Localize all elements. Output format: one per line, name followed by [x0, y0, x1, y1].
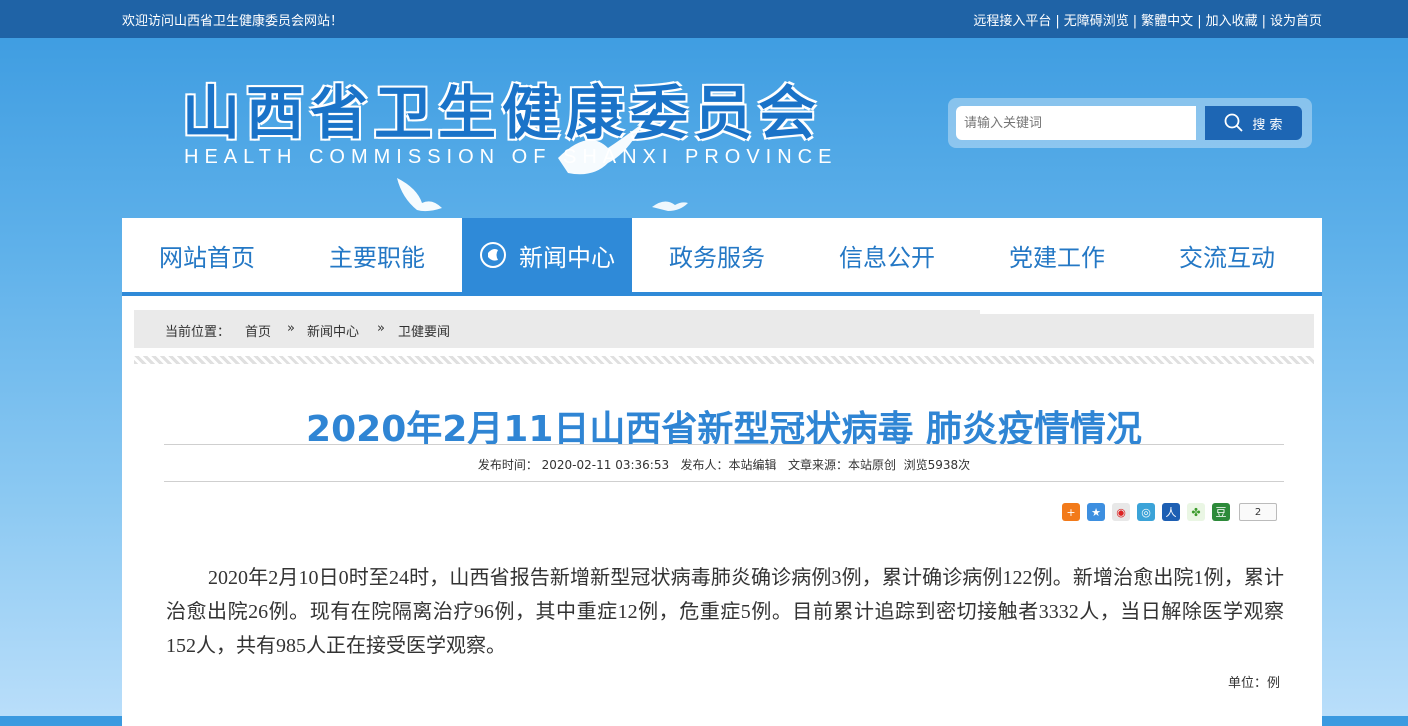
main-nav: 网站首页 主要职能 新闻中心 政务服务 信息公开 党建工作 交流互动 [122, 218, 1322, 296]
tencent-weibo-icon[interactable]: ◎ [1137, 503, 1155, 521]
site-logo-en: HEALTH COMMISSION OF SHANXI PROVINCE [184, 146, 838, 168]
search-input[interactable] [956, 106, 1196, 140]
divider [164, 444, 1284, 445]
dove-icon [558, 123, 643, 175]
share-bar: + ★ ◉ ◎ 人 ✤ 豆 2 [1062, 503, 1277, 521]
breadcrumb-prefix: 当前位置： [165, 325, 231, 340]
link-separator: | [1261, 14, 1266, 29]
set-homepage-link[interactable]: 设为首页 [1270, 14, 1322, 29]
breadcrumb: 当前位置： 首页 » 新闻中心 » 卫健要闻 [134, 310, 980, 348]
nav-item-label: 交流互动 [1179, 243, 1275, 272]
welcome-text: 欢迎访问山西省卫生健康委员会网站！ [122, 14, 344, 29]
site-logo-cn[interactable]: 山西省卫生健康委员会 [182, 66, 822, 150]
traditional-chinese-link[interactable]: 繁體中文 [1141, 14, 1193, 29]
top-bar: 欢迎访问山西省卫生健康委员会网站！ 远程接入平台 | 无障碍浏览 | 繁體中文 | 加入收藏… [0, 0, 1408, 38]
breadcrumb-news[interactable]: 新闻中心 [307, 321, 359, 340]
add-favorite-link[interactable]: 加入收藏 [1206, 14, 1258, 29]
link-separator: | [1132, 14, 1138, 29]
renren-icon[interactable]: 人 [1162, 503, 1180, 521]
nav-item-label: 党建工作 [1009, 243, 1105, 272]
breadcrumb-separator: » [377, 321, 385, 336]
nav-item-home[interactable]: 网站首页 [122, 218, 292, 292]
search-button[interactable]: 搜 索 [1205, 106, 1302, 140]
share-count: 2 [1239, 503, 1277, 521]
search-button-label: 搜 索 [1252, 117, 1283, 133]
accessibility-link[interactable]: 无障碍浏览 [1064, 14, 1129, 29]
nav-item-functions[interactable]: 主要职能 [292, 218, 462, 292]
kaixin-icon[interactable]: ✤ [1187, 503, 1205, 521]
dove-icon [652, 201, 688, 211]
nav-item-label: 主要职能 [329, 243, 425, 272]
nav-item-label: 政务服务 [669, 243, 765, 272]
dove-icon [397, 178, 442, 212]
unit-label: 单位：例 [1228, 676, 1281, 691]
article-body: 2020年2月10日0时至24时，山西省报告新增新型冠状病毒肺炎确诊病例3例，累… [166, 567, 1284, 657]
douban-icon[interactable]: 豆 [1212, 503, 1230, 521]
divider [164, 481, 1284, 482]
article-meta: 发布时间： 2020-02-11 03:36:53 发布人：本站编辑 文章来源：… [477, 458, 971, 472]
nav-item-news[interactable]: 新闻中心 [462, 218, 632, 292]
top-links: 远程接入平台 | 无障碍浏览 | 繁體中文 | 加入收藏 | 设为首页 [973, 10, 1322, 29]
share-more-icon[interactable]: + [1062, 503, 1080, 521]
breadcrumb-home[interactable]: 首页 [245, 321, 271, 340]
weibo-icon[interactable]: ◉ [1112, 503, 1130, 521]
breadcrumb-separator: » [287, 321, 295, 336]
content-panel: 当前位置： 首页 » 新闻中心 » 卫健要闻 2020年2月11日山西省新型冠状… [122, 296, 1322, 726]
nav-item-label: 新闻中心 [519, 243, 615, 272]
link-separator: | [1197, 14, 1202, 29]
nav-item-label: 信息公开 [839, 243, 935, 272]
nav-item-services[interactable]: 政务服务 [632, 218, 802, 292]
remote-access-link[interactable]: 远程接入平台 [973, 14, 1051, 29]
nav-item-label: 网站首页 [159, 243, 255, 272]
globe-icon [480, 242, 506, 268]
search-icon [1225, 113, 1244, 132]
link-separator: | [1055, 14, 1060, 29]
dotted-divider [134, 356, 1314, 364]
breadcrumb-current[interactable]: 卫健要闻 [398, 321, 450, 340]
nav-item-interaction[interactable]: 交流互动 [1142, 218, 1312, 292]
nav-item-party[interactable]: 党建工作 [972, 218, 1142, 292]
qzone-icon[interactable]: ★ [1087, 503, 1105, 521]
search-box: 搜 索 [948, 98, 1312, 148]
nav-item-disclosure[interactable]: 信息公开 [802, 218, 972, 292]
breadcrumb-filler [980, 314, 1314, 348]
